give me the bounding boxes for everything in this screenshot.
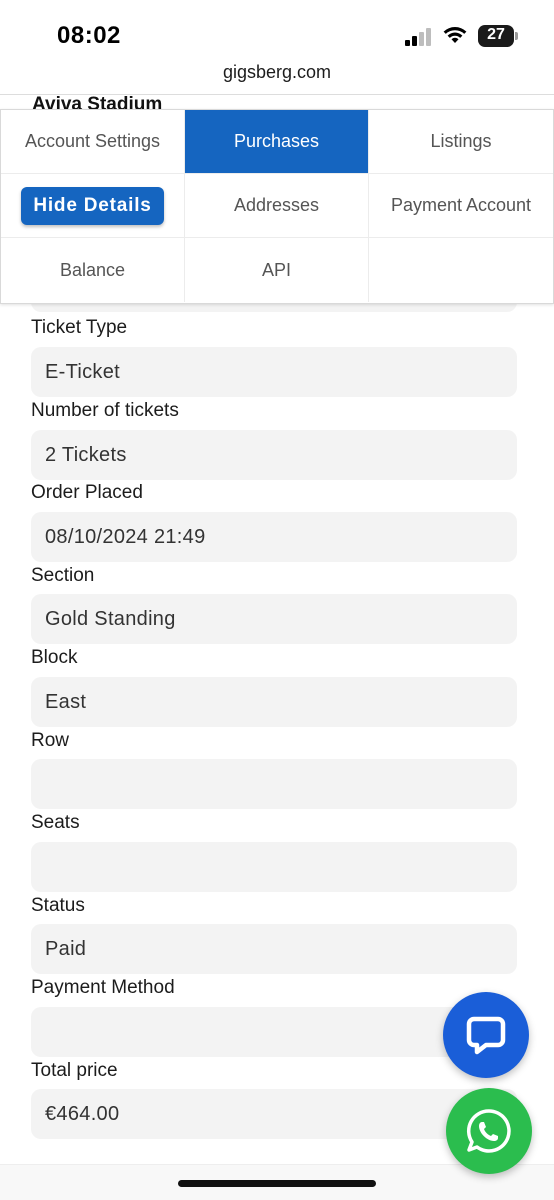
account-tabs-menu: Account Settings Purchases Listings Hide… — [0, 109, 554, 304]
tab-payment-account[interactable]: Payment Account — [369, 174, 553, 238]
field-label-status: Status — [31, 895, 85, 916]
field-label-row: Row — [31, 730, 70, 751]
field-value-row — [31, 759, 517, 809]
browser-url[interactable]: gigsberg.com — [0, 62, 554, 94]
wifi-icon — [443, 27, 467, 43]
field-value-seats — [31, 842, 517, 892]
field-value-total-price: €464.00 — [31, 1089, 517, 1139]
tab-account-settings[interactable]: Account Settings — [1, 110, 185, 174]
field-label-ticket-type: Ticket Type — [31, 317, 128, 338]
tab-listings[interactable]: Listings — [369, 110, 553, 174]
cellular-signal-icon — [405, 28, 431, 46]
battery-level: 27 — [487, 26, 505, 43]
status-time: 08:02 — [57, 22, 121, 49]
field-label-seats: Seats — [31, 812, 80, 833]
whatsapp-icon — [466, 1109, 511, 1153]
tab-empty — [369, 238, 553, 302]
field-value-ticket-type: E-Ticket — [31, 347, 517, 397]
field-label-number-of-tickets: Number of tickets — [31, 400, 179, 421]
hide-details-button[interactable]: Hide Details — [21, 186, 164, 225]
field-value-order-placed: 08/10/2024 21:49 — [31, 512, 517, 562]
field-value-section: Gold Standing — [31, 594, 517, 644]
chat-bubble-icon — [466, 1016, 506, 1055]
hide-details-cell: Hide Details — [1, 174, 185, 238]
tab-addresses[interactable]: Addresses — [185, 174, 369, 238]
live-chat-button[interactable] — [443, 992, 529, 1078]
home-indicator[interactable] — [178, 1180, 376, 1187]
field-label-section: Section — [31, 565, 95, 586]
field-label-payment-method: Payment Method — [31, 977, 175, 998]
page: 08:02 27 gigsberg.com Aviva Stadium Acco… — [0, 0, 554, 1200]
field-label-total-price: Total price — [31, 1060, 118, 1081]
whatsapp-button[interactable] — [446, 1088, 532, 1174]
field-value-status: Paid — [31, 924, 517, 974]
field-label-block: Block — [31, 647, 78, 668]
status-bar: 08:02 27 — [0, 0, 554, 64]
field-value-block: East — [31, 677, 517, 727]
field-label-order-placed: Order Placed — [31, 482, 143, 503]
tab-api[interactable]: API — [185, 238, 369, 302]
tab-balance[interactable]: Balance — [1, 238, 185, 302]
field-value-number-of-tickets: 2 Tickets — [31, 430, 517, 480]
event-title: Aviva Stadium — [32, 94, 163, 110]
battery-icon: 27 — [478, 25, 518, 47]
tab-purchases[interactable]: Purchases — [185, 110, 369, 174]
